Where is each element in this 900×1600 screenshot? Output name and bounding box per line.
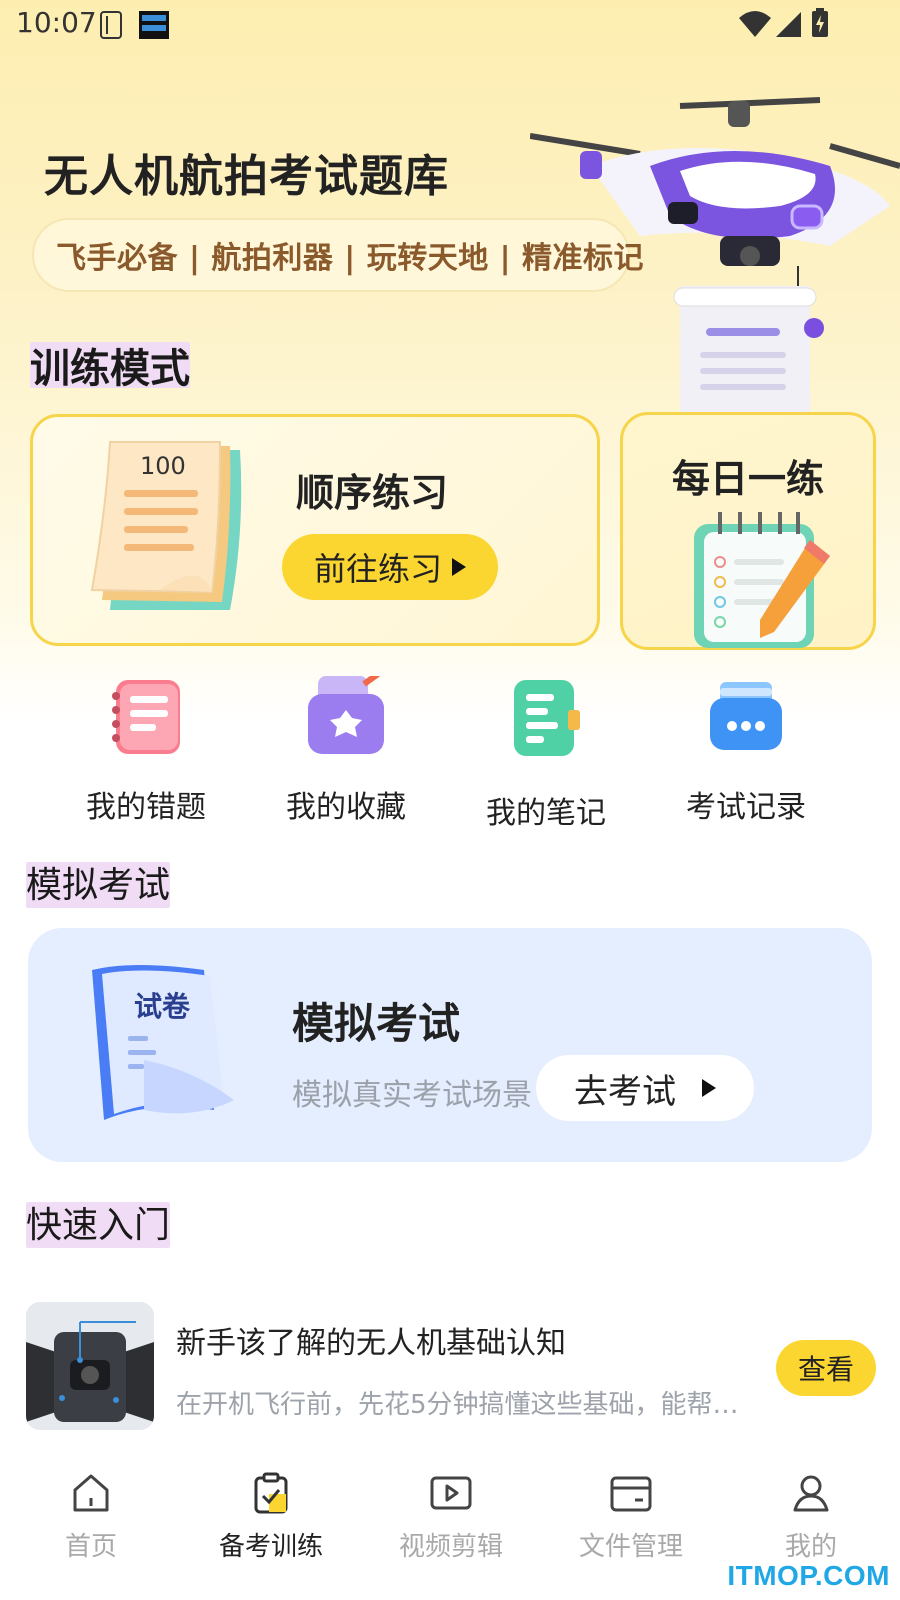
exam-records-button[interactable]: 考试记录 [646,676,846,826]
exam-paper-illustration: 试卷 [84,960,244,1134]
exam-records-label: 考试记录 [686,790,806,825]
daily-practice-title: 每日一练 [672,457,825,501]
section-title-training: 训练模式 [30,336,190,394]
favorite-box-icon [308,671,384,754]
book-stack-illustration: 100 [80,440,280,624]
sequential-practice-title: 顺序练习 [296,471,449,515]
drone-illustration [529,96,900,420]
signal-icon [774,10,802,42]
video-icon [430,1476,472,1510]
mock-exam-title: 模拟考试 [292,999,461,1048]
clipboard-check-icon [254,1472,288,1514]
screen-record-icon [138,10,170,44]
nav-exam-training[interactable]: 备考训练 [196,1472,346,1563]
battery-charging-icon [810,8,830,42]
mock-exam-subtitle: 模拟真实考试场景 [292,1078,532,1113]
notes-label: 我的笔记 [486,796,606,831]
article-description: 在开机飞行前，先花5分钟搞懂这些基础，能帮你少走… [176,1390,762,1420]
exam-record-icon [710,682,782,750]
go-practice-button[interactable]: 前往练习 [282,534,498,600]
folder-icon [610,1476,652,1512]
watermark-text: ITMOP.COM [727,1560,890,1591]
note-book-icon [514,680,580,756]
nav-file-manager[interactable]: 文件管理 [556,1472,706,1563]
nav-profile[interactable]: 我的 [736,1472,886,1563]
home-icon [73,1474,109,1512]
section-title-quick-start: 快速入门 [26,1196,171,1248]
sim-card-icon [98,10,126,44]
nav-video-edit[interactable]: 视频剪辑 [376,1472,526,1563]
svg-text:试卷: 试卷 [134,990,191,1023]
favorites-button[interactable]: 我的收藏 [246,671,446,826]
play-arrow-icon [452,558,466,576]
app-title: 无人机航拍考试题库 [44,151,449,202]
svg-text:100: 100 [140,452,186,480]
wrong-questions-button[interactable]: 我的错题 [46,676,246,826]
start-exam-button[interactable]: 去考试 [536,1055,754,1121]
article-thumbnail[interactable] [26,1302,154,1430]
play-arrow-icon [702,1079,716,1097]
notebook-icon [112,680,180,754]
favorites-label: 我的收藏 [286,790,406,825]
go-practice-label: 前往练习 [313,550,442,588]
user-icon [793,1475,829,1512]
article-title[interactable]: 新手该了解的无人机基础认知 [176,1318,566,1362]
start-exam-label: 去考试 [574,1071,676,1112]
section-title-mock-exam: 模拟考试 [26,856,171,908]
notepad-pencil-icon [690,510,840,654]
view-article-button[interactable]: 查看 [776,1340,876,1396]
status-time: 10:07 [16,6,97,39]
wifi-icon [738,10,772,42]
notes-button[interactable]: 我的笔记 [446,676,646,832]
wrong-questions-label: 我的错题 [86,790,206,825]
nav-home[interactable]: 首页 [16,1472,166,1563]
